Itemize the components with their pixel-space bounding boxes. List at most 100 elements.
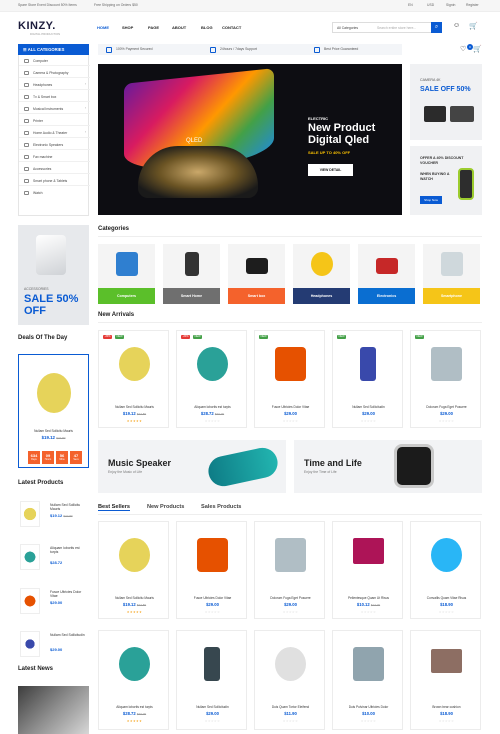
category-item[interactable]: Electronic Speakers	[19, 139, 90, 151]
printer-icon	[24, 118, 29, 123]
promo-text-1: Spare Store Event Discount 50% Items	[18, 3, 77, 7]
news-image[interactable]	[18, 686, 89, 734]
nav-shop[interactable]: SHOP	[122, 25, 133, 30]
hero-sale-text: SALE UP TO 40% OFF	[308, 150, 351, 155]
product-card[interactable]: Duis Pulvinar Ultricies Dolor $10.00 ☆☆☆…	[332, 630, 403, 730]
deal-card[interactable]: Nullam Sed Sollicitu Mauris $19.12 $22.8…	[18, 354, 89, 468]
product-card[interactable]: Brown bear cushion $18.90 ☆☆☆☆☆	[410, 630, 481, 730]
category-item[interactable]: Smart phone & Tablets	[19, 175, 90, 187]
wishlist-icon[interactable]: ♡	[460, 45, 466, 53]
tab-best-sellers[interactable]: Best Sellers	[98, 504, 131, 511]
currency-select[interactable]: USD	[427, 3, 434, 7]
product-card[interactable]: Aliquam lobortis est turpis $28.72 $30.0…	[98, 630, 169, 730]
watch-image	[394, 444, 434, 488]
camera-ad[interactable]: CAMERA 4K SALE OFF 50%	[410, 64, 482, 140]
category-item[interactable]: Camera & Photography	[19, 67, 90, 79]
top-bar: Spare Store Event Discount 50% Items Fre…	[0, 0, 500, 12]
speaker-image	[376, 258, 398, 274]
category-item[interactable]: Computer	[19, 55, 90, 67]
laptop-image	[353, 538, 384, 564]
latest-product-item[interactable]: Aliquam lobortis est turpis $28.72	[18, 540, 89, 576]
category-item[interactable]: Printer	[19, 115, 90, 127]
category-card[interactable]: Electronics	[358, 244, 415, 304]
all-categories-label: ALL CATEGORIES	[27, 47, 65, 52]
product-card[interactable]: Nullam Sed Sollicitudin $29.00 ☆☆☆☆☆	[176, 630, 247, 730]
security-camera-image	[275, 647, 306, 681]
search-category-select[interactable]: All Categories	[337, 26, 358, 30]
nav-contact[interactable]: CONTACT	[222, 25, 241, 30]
price-tag-icon	[314, 46, 320, 53]
product-card[interactable]: NEW Nullam Sed Sollicitudin $29.00 ☆☆☆☆☆	[332, 330, 403, 428]
search-icon[interactable]: ⌕	[431, 22, 442, 33]
cube-speaker-image	[20, 588, 40, 614]
hero-view-detail-button[interactable]: VIEW DETAIL	[308, 164, 353, 176]
phone-stand-image	[275, 538, 306, 572]
new-arrivals-title: New Arrivals	[98, 312, 135, 318]
action-camera-image	[424, 106, 446, 122]
promo-text-2: Free Shipping on Orders $50	[94, 3, 138, 7]
search-bar[interactable]: All Categories Search entire store here.…	[332, 22, 442, 33]
product-card[interactable]: -20% NEW Nullam Sed Sollicitu Mauris $19.…	[98, 330, 169, 428]
language-select[interactable]: EN	[408, 3, 413, 7]
headphones-image	[431, 538, 462, 572]
headphones-image	[119, 347, 150, 381]
category-item[interactable]: Headphones ›	[19, 79, 90, 91]
category-item[interactable]: Fax machine	[19, 151, 90, 163]
accessories-ad[interactable]: ACCESSORIES SALE 50% OFF	[18, 225, 89, 325]
category-item[interactable]: Musical Instruments ›	[19, 103, 90, 115]
tab-new-products[interactable]: New Products	[147, 504, 184, 510]
music-speaker-banner[interactable]: Music Speaker Enjoy the Music of Life	[98, 440, 286, 493]
category-item[interactable]: Home Audio & Theater ›	[19, 127, 90, 139]
nav-home[interactable]: HOME	[97, 25, 109, 30]
product-card[interactable]: Nullam Sed Sollicitu Mauris $19.12 $22.8…	[98, 521, 169, 619]
phone-stand-image	[441, 252, 463, 276]
tv-icon	[24, 94, 29, 99]
product-card[interactable]: NEW Dolorum Fuga Eget Posuere $29.00 ☆☆☆…	[410, 330, 481, 428]
user-icon[interactable]: ☺	[453, 22, 460, 29]
product-card[interactable]: Fusce Ultricies Dolor Vitae $29.00 ☆☆☆☆☆	[176, 521, 247, 619]
action-camera-image-2	[450, 106, 474, 122]
product-card[interactable]: NEW Fusce Ultricies Dolor Vitae $29.00 ☆…	[254, 330, 325, 428]
hero-kicker: ELECTRIC	[308, 116, 328, 121]
cube-speaker-image	[275, 347, 306, 381]
headphones-image	[311, 252, 333, 276]
latest-product-item[interactable]: Nullam Sed Sollicitu Mauris $19.12 $22.8…	[18, 497, 89, 533]
product-card[interactable]: Dolorum Fuga Eget Posuere $29.00 ☆☆☆☆☆	[254, 521, 325, 619]
chevron-right-icon: ›	[84, 130, 86, 134]
nav-blog[interactable]: BLOG	[201, 25, 213, 30]
mini-cart-icon[interactable]: 🛒	[473, 45, 482, 53]
latest-product-item[interactable]: Nullam Sed Sollicitudin $29.00	[18, 627, 89, 663]
product-card[interactable]: Pellentesque Quam Ut Risus $10.12 $12.00…	[332, 521, 403, 619]
site-logo[interactable]: KINZY.	[18, 20, 56, 32]
nav-page[interactable]: PAGE	[148, 25, 159, 30]
category-card[interactable]: Computers	[98, 244, 155, 304]
tab-sales-products[interactable]: Sales Products	[201, 504, 241, 510]
tablet-image	[353, 647, 384, 681]
latest-product-item[interactable]: Fusce Ultricies Dolor Vitae $29.00	[18, 584, 89, 620]
logo-subtitle: DIGITAL PRODUCTION	[30, 32, 61, 36]
nav-about[interactable]: ABOUT	[172, 25, 186, 30]
category-item[interactable]: Tv & Smart box	[19, 91, 90, 103]
product-card[interactable]: Convallis Quam Vitae Risus $18.90 ☆☆☆☆☆	[410, 521, 481, 619]
cart-icon[interactable]: 🛒	[469, 22, 478, 30]
smartphone-image	[20, 631, 40, 657]
time-and-life-banner[interactable]: Time and Life Enjoy the Time of Life	[294, 440, 482, 493]
category-card[interactable]: Headphones	[293, 244, 350, 304]
category-card[interactable]: Smartphone	[423, 244, 480, 304]
hero-slider[interactable]: QLED ELECTRIC New Product Digital Qled S…	[98, 64, 402, 215]
product-card[interactable]: -20% NEW Aliquam lobortis est turpis $28.…	[176, 330, 247, 428]
search-input[interactable]: Search entire store here...	[377, 26, 416, 30]
watch-icon	[24, 190, 29, 195]
category-item[interactable]: Accessories	[19, 163, 90, 175]
category-card[interactable]: Smart box	[228, 244, 285, 304]
speaker-image	[205, 445, 281, 489]
shop-now-button[interactable]: Shop Now	[420, 196, 442, 204]
category-card[interactable]: Smart Home	[163, 244, 220, 304]
register-link[interactable]: Register	[466, 3, 479, 7]
speaker-image	[197, 347, 228, 381]
category-item[interactable]: Watch	[19, 187, 90, 198]
all-categories-button[interactable]: ☰ ALL CATEGORIES	[18, 44, 89, 55]
watch-ad[interactable]: OFFER A 40% DISCOUNT VOUCHER WHEN BUYING…	[410, 146, 482, 215]
product-card[interactable]: Duis Quam Tortor Eleifend $11.90 ☆☆☆☆☆	[254, 630, 325, 730]
signin-link[interactable]: Signin	[446, 3, 455, 7]
